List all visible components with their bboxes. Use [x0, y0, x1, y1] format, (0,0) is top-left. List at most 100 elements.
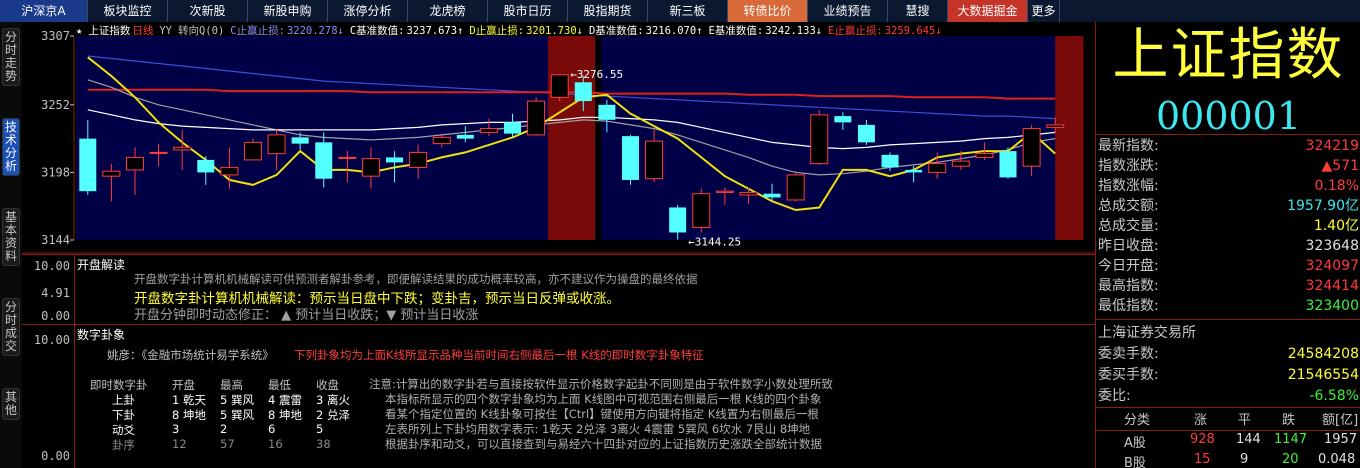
- note-line: 根据卦序和动爻，可以直接查到与易经六十四卦对应的上证指数历史涨跌全部统计数据: [385, 437, 822, 451]
- candle-body: [102, 170, 121, 177]
- nav-item-more[interactable]: 更多: [1028, 0, 1060, 22]
- exchange-name: 上海证券交易所: [1096, 323, 1360, 343]
- highlight-band: [547, 36, 596, 240]
- table-cell: 57: [220, 437, 235, 451]
- candle-body: [291, 137, 309, 144]
- hexagram-notes: 注意:计算出的数字卦若与直接按软件显示价格数字起卦不同则是由于软件数字小数处理所…: [369, 377, 833, 452]
- candle-body: [928, 163, 947, 173]
- candle-body: [220, 166, 239, 176]
- candle-body: [361, 158, 380, 177]
- table-header-cell: 最高: [220, 378, 243, 392]
- table-row: 卦序 12 57 16 38: [90, 437, 360, 452]
- nav-item-limit-up-analysis[interactable]: 涨停分析: [328, 0, 408, 22]
- y-tick-label: 3144: [41, 233, 70, 247]
- quote-row-volume: 总成交量: 1.40亿: [1096, 216, 1360, 236]
- breadth-row: A股 928 144 1147 1957: [1096, 432, 1360, 451]
- quote-label: 指数涨幅:: [1098, 178, 1159, 194]
- quote-label: 最低指数:: [1098, 298, 1159, 314]
- nav-item-big-data[interactable]: 大数据掘金: [948, 0, 1028, 22]
- table-cell: 2 兑泽: [316, 408, 350, 422]
- candle-body: [1022, 128, 1041, 167]
- candle-body: [975, 153, 994, 158]
- nav-item-smart-search[interactable]: 慧搜: [888, 0, 948, 22]
- breadth-header-cell: 跌: [1282, 413, 1296, 428]
- tab-intraday-trades[interactable]: 分时成交: [2, 298, 20, 356]
- candle-body: [763, 193, 781, 198]
- nav-item-earnings-forecast[interactable]: 业绩预告: [808, 0, 888, 22]
- index-code: 000001: [1155, 94, 1302, 138]
- tab-basic-info[interactable]: 基本资料: [2, 208, 20, 266]
- candle-body: [456, 134, 474, 139]
- quote-label: 最高指数:: [1098, 278, 1159, 294]
- quote-panel: 上证指数 000001 最新指数: 324219 指数涨跌: ▲571 指数涨幅: 0…: [1095, 22, 1360, 468]
- panel1-title: 开盘解读: [77, 258, 126, 272]
- panel2-title: 数字卦象: [77, 328, 126, 342]
- legend-c-stop-value: 3220.278↓: [286, 25, 344, 37]
- breadth-cell: B股: [1124, 456, 1146, 468]
- quote-row-turnover: 总成交额: 1957.90亿: [1096, 196, 1360, 216]
- breadth-header-cell: 额[亿]: [1322, 413, 1359, 428]
- legend-d-base-value: 3216.070↑: [645, 25, 703, 37]
- quote-row-bid-volume: 委买手数: 21546554: [1096, 365, 1360, 385]
- table-cell: 8 坤地: [268, 408, 302, 422]
- table-cell: 5: [316, 422, 324, 436]
- breadth-cell: 144: [1236, 432, 1261, 447]
- table-cell: 下卦: [112, 408, 135, 422]
- breadth-header-cell: 涨: [1194, 413, 1208, 428]
- candle-body: [810, 114, 829, 165]
- table-header-cell: 收盘: [316, 378, 339, 392]
- candle-body: [173, 146, 192, 151]
- candle-body: [857, 124, 875, 143]
- hexagram-table-header: 即时数字卦 开盘 最高 最低 收盘: [90, 377, 360, 392]
- candle-body: [621, 136, 639, 180]
- quote-label: 委卖手数:: [1098, 346, 1159, 362]
- breadth-cell: 1957: [1324, 432, 1358, 447]
- legend-e-stop-value: 3259.645↓: [884, 25, 942, 37]
- candle-body: [715, 190, 734, 193]
- legend-c-base-value: 3237.673↑: [406, 25, 464, 37]
- market-selector[interactable]: 沪深京A: [0, 0, 88, 22]
- panel1-scale-top: 10.00: [33, 259, 70, 273]
- divider: [1096, 407, 1360, 408]
- legend-period[interactable]: 日线: [132, 25, 153, 37]
- tab-other[interactable]: 其他: [2, 388, 20, 420]
- quote-value: 21546554: [1287, 367, 1359, 383]
- legend-star-icon[interactable]: ★: [76, 25, 82, 37]
- nav-item-market-calendar[interactable]: 股市日历: [488, 0, 568, 22]
- candle-body: [267, 134, 286, 155]
- panel1-scale-bottom: 0.00: [41, 309, 70, 323]
- tab-intraday[interactable]: 分时走势: [2, 28, 20, 86]
- panel1-disclaimer: 开盘数字卦计算机机械解读可供预测者解卦参考，即便解读结果的成功概率较高，亦不建议…: [134, 272, 698, 286]
- table-cell: 8 坤地: [172, 408, 206, 422]
- quote-value: 324097: [1305, 258, 1359, 274]
- chart-legend: ★ 上证指数 日线 YY 转向Q(0) C止赢止损: 3220.278↓ C基准数值: 3237…: [76, 23, 948, 37]
- breadth-header-cell: 平: [1238, 413, 1252, 428]
- breadth-cell: 1147: [1274, 432, 1308, 447]
- quote-row-prev-close: 昨日收盘: 323648: [1096, 236, 1360, 256]
- breadth-cell: 20: [1282, 452, 1299, 467]
- nav-item-new-third-board[interactable]: 新三板: [648, 0, 728, 22]
- nav-item-convertible-bonds[interactable]: 转债比价: [728, 0, 808, 22]
- nav-item-new-stocks[interactable]: 次新股: [168, 0, 248, 22]
- candle-body: [669, 207, 687, 233]
- tab-technical-analysis[interactable]: 技术分析: [2, 118, 20, 176]
- table-cell: 38: [316, 437, 331, 451]
- divider: [1096, 319, 1360, 320]
- quote-label: 委比:: [1098, 388, 1131, 404]
- nav-item-dragon-tiger-list[interactable]: 龙虎榜: [408, 0, 488, 22]
- panel1-dynamic-correction: 开盘分钟即时动态修正： ▲ 预计当日收跌；▼ 预计当日收涨: [134, 308, 479, 323]
- nav-item-ipo-subscription[interactable]: 新股申购: [248, 0, 328, 22]
- candle-body: [598, 104, 616, 120]
- candle-body: [905, 169, 923, 173]
- table-cell: 卦序: [112, 438, 135, 452]
- candle-body: [338, 156, 357, 159]
- candle-body: [243, 141, 262, 161]
- nav-item-index-futures[interactable]: 股指期货: [568, 0, 648, 22]
- quote-label: 指数涨跌:: [1098, 158, 1159, 174]
- kline-chart[interactable]: 3307 3252 3198 3144 ←3276.55 ←3144.25 ★ 上证指数 日线…: [22, 22, 1095, 254]
- note-line: 看某个指定位置的 K线卦象可按住【Ctrl】键使用方向键将指定 K线置为右侧最后…: [385, 407, 819, 421]
- table-cell: 3 离火: [316, 393, 350, 407]
- candle-body: [786, 174, 805, 201]
- nav-item-sector-monitor[interactable]: 板块监控: [88, 0, 168, 22]
- quote-value: 324219: [1305, 138, 1359, 154]
